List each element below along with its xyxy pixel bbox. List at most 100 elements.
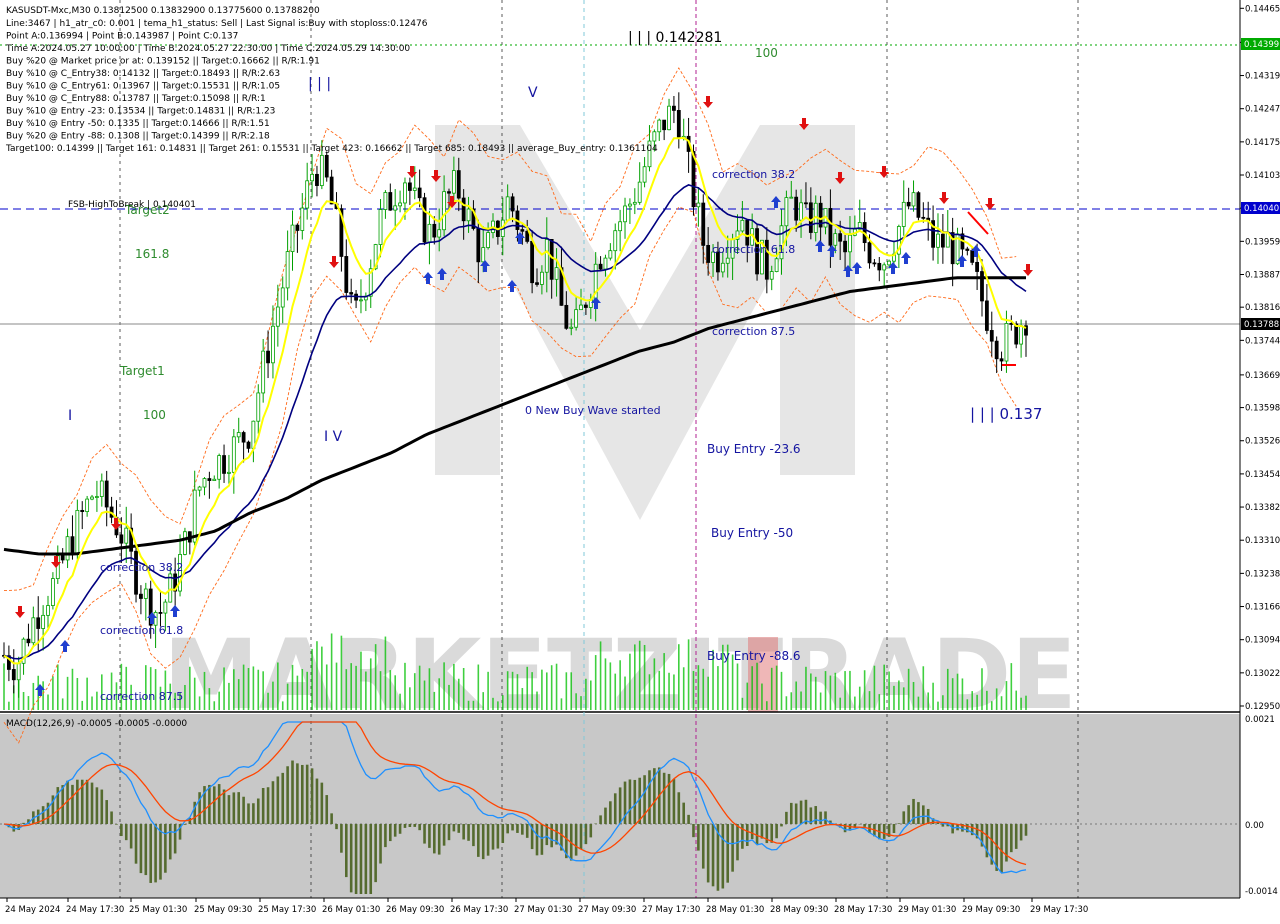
candle-body — [456, 170, 461, 199]
candle-body — [295, 224, 300, 231]
candle-body — [427, 223, 432, 243]
chart-canvas[interactable]: MARKETZITRADE KASUSDT-Mxc,M30 0.13812500… — [0, 0, 1280, 920]
candle-body — [329, 176, 334, 205]
candle-body — [305, 180, 310, 209]
time-tick-label: 27 May 17:30 — [642, 905, 700, 915]
price-tick-label: 0.13166 — [1245, 603, 1280, 613]
candle-body — [261, 350, 266, 394]
candle-body — [417, 187, 422, 199]
candle-body — [481, 247, 486, 263]
candle-body — [236, 432, 241, 438]
candle-body — [476, 228, 481, 263]
candle-body — [1019, 325, 1024, 345]
candle-body — [804, 202, 808, 205]
candle-body — [461, 197, 466, 222]
candle-body — [618, 221, 623, 232]
candle-body — [222, 455, 226, 474]
buy-entry-50-label: Buy Entry -50 — [711, 526, 793, 540]
price-tick-label: 0.13382 — [1245, 503, 1280, 513]
candle-body — [1009, 323, 1014, 325]
candle-body — [437, 229, 442, 238]
candle-body — [867, 242, 872, 264]
price-label-target100-text: 0.14399 — [1244, 40, 1279, 50]
candle-body — [280, 287, 285, 308]
target100-left-label: 100 — [143, 408, 166, 422]
price-tick-label: 0.13669 — [1245, 371, 1280, 381]
time-tick-label: 29 May 17:30 — [1030, 905, 1088, 915]
wave-iii-price-label: | | | 0.142281 — [628, 30, 722, 46]
candle-body — [310, 173, 314, 182]
target100-top-label: 100 — [755, 46, 778, 60]
target1-label: Target1 — [119, 364, 165, 378]
candle-body — [667, 105, 671, 131]
correction-875-right: correction 87.5 — [712, 325, 795, 338]
candle-body — [412, 187, 417, 191]
candle-body — [745, 219, 750, 246]
candle-body — [564, 304, 569, 329]
wave-iii-bottom-label: | | | 0.137 — [970, 405, 1042, 423]
candle-body — [398, 202, 402, 207]
candle-body — [789, 196, 794, 199]
candle-body — [975, 261, 980, 272]
candle-body — [319, 154, 324, 186]
candle-body — [90, 496, 94, 500]
candle-body — [119, 534, 124, 544]
price-label-current: 0.13788 — [1241, 318, 1280, 330]
candle-body — [662, 119, 667, 131]
candle-body — [872, 262, 877, 265]
correction-618-right: correction 61.8 — [712, 243, 795, 256]
info-line: Target100: 0.14399 || Target 161: 0.1483… — [5, 144, 658, 154]
candle-body — [706, 244, 711, 263]
candle-body — [217, 455, 222, 480]
candle-body — [207, 478, 212, 481]
macd-tick-label: 0.00 — [1245, 821, 1264, 831]
correction-382-left: correction 38.2 — [100, 561, 183, 574]
candle-body — [999, 358, 1004, 362]
wave-v-label: V — [528, 85, 538, 101]
candle-body — [447, 191, 451, 194]
candle-body — [579, 304, 583, 311]
candle-body — [183, 531, 187, 555]
candle-body — [505, 196, 510, 221]
candle-body — [432, 223, 437, 238]
candle-body — [828, 208, 833, 246]
candle-body — [989, 330, 994, 342]
candle-body — [139, 593, 143, 599]
correction-382-right: correction 38.2 — [712, 168, 795, 181]
chart-window[interactable]: MARKETZITRADE KASUSDT-Mxc,M30 0.13812500… — [0, 0, 1280, 920]
candle-body — [535, 282, 539, 285]
candle-body — [393, 205, 398, 211]
time-tick-label: 24 May 2024 — [5, 905, 60, 915]
info-line: Buy %20 @ Entry -88: 0.1308 || Target:0.… — [6, 132, 270, 142]
candle-body — [549, 238, 554, 280]
time-tick-label: 25 May 17:30 — [258, 905, 316, 915]
info-line: Point A:0.136994 | Point B:0.143987 | Po… — [6, 32, 238, 42]
candle-body — [31, 617, 36, 644]
candle-body — [95, 496, 99, 498]
candle-body — [569, 326, 574, 329]
candle-body — [202, 478, 207, 488]
candle-body — [774, 258, 779, 272]
info-line: Buy %20 @ Market price or at: 0.139152 |… — [6, 57, 320, 67]
candle-body — [422, 197, 427, 243]
price-tick-label: 0.13094 — [1245, 636, 1280, 646]
candle-body — [11, 669, 16, 681]
candle-body — [916, 192, 921, 218]
candle-body — [65, 536, 70, 561]
candle-body — [451, 170, 456, 194]
candle-body — [163, 601, 168, 614]
candle-body — [212, 478, 217, 481]
wave-i-label: I — [68, 408, 72, 424]
candle-body — [285, 251, 290, 289]
candle-body — [603, 257, 608, 270]
price-tick-label: 0.13816 — [1245, 303, 1280, 313]
candle-body — [85, 498, 90, 512]
symbol-line: KASUSDT-Mxc,M30 0.13812500 0.13832900 0.… — [6, 6, 320, 16]
price-label-fsb-text: 0.14040 — [1244, 204, 1279, 214]
correction-875-left: correction 87.5 — [100, 690, 183, 703]
correction-618-left: correction 61.8 — [100, 624, 183, 637]
candle-body — [197, 486, 202, 491]
candle-body — [848, 234, 852, 253]
time-tick-label: 28 May 17:30 — [834, 905, 892, 915]
price-tick-label: 0.13959 — [1245, 237, 1280, 247]
